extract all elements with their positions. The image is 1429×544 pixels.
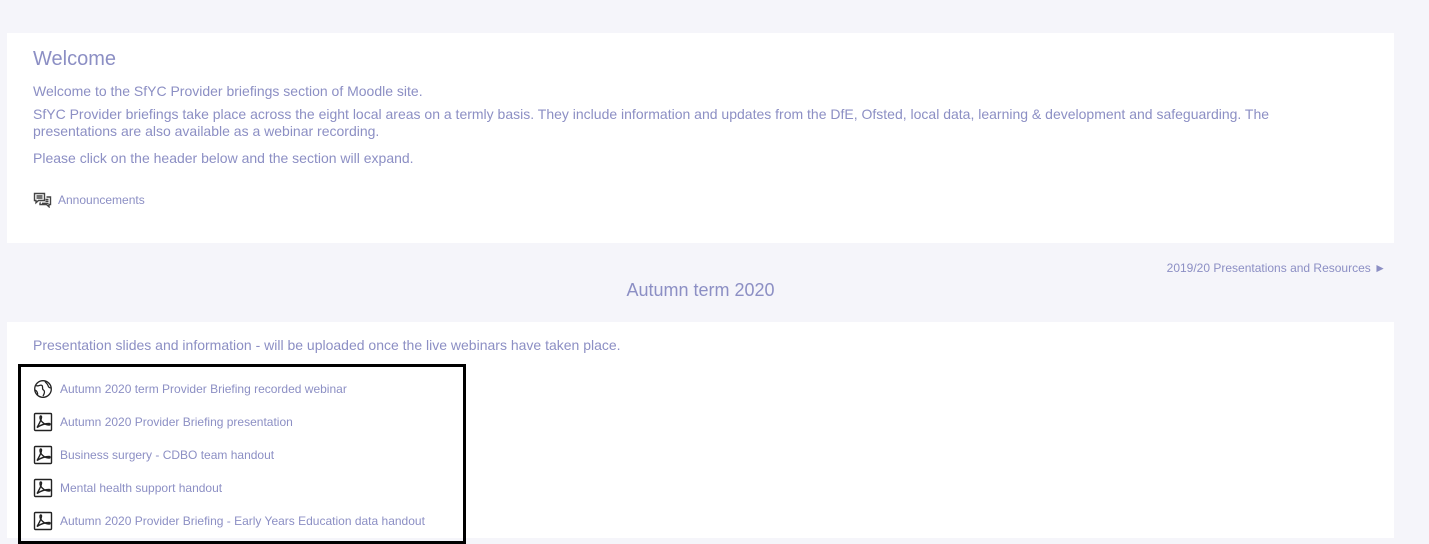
- resource-label: Business surgery - CDBO team handout: [60, 448, 275, 462]
- next-section-link[interactable]: 2019/20 Presentations and Resources ►: [1167, 261, 1386, 275]
- resource-item: Autumn 2020 term Provider Briefing recor…: [33, 378, 425, 400]
- resource-link-early-years-data[interactable]: Autumn 2020 Provider Briefing - Early Ye…: [33, 511, 425, 531]
- resource-label: Autumn 2020 Provider Briefing presentati…: [60, 415, 293, 429]
- autumn-term-section: Presentation slides and information - wi…: [7, 322, 1394, 544]
- welcome-paragraph-details: SfYC Provider briefings take place acros…: [33, 106, 1270, 139]
- section-summary: Presentation slides and information - wi…: [33, 337, 621, 353]
- announcements-label: Announcements: [58, 193, 145, 207]
- resource-item: Business surgery - CDBO team handout: [33, 444, 425, 466]
- welcome-section: Welcome Welcome to the SfYC Provider bri…: [7, 33, 1394, 243]
- resource-item: Autumn 2020 Provider Briefing presentati…: [33, 411, 425, 433]
- resource-link-mental-health[interactable]: Mental health support handout: [33, 478, 222, 498]
- resource-item: Autumn 2020 Provider Briefing - Early Ye…: [33, 510, 425, 532]
- pdf-icon: [33, 412, 53, 432]
- welcome-paragraph-intro: Welcome to the SfYC Provider briefings s…: [33, 83, 423, 99]
- resource-label: Autumn 2020 term Provider Briefing recor…: [60, 382, 347, 396]
- resource-link-presentation[interactable]: Autumn 2020 Provider Briefing presentati…: [33, 412, 293, 432]
- resource-label: Mental health support handout: [60, 481, 223, 495]
- resource-link-business-surgery[interactable]: Business surgery - CDBO team handout: [33, 445, 274, 465]
- pdf-icon: [33, 445, 53, 465]
- globe-icon: [34, 380, 52, 398]
- forum-icon: [33, 192, 52, 208]
- pdf-icon: [33, 511, 53, 531]
- resource-label: Autumn 2020 Provider Briefing - Early Ye…: [60, 514, 425, 528]
- welcome-title: Welcome: [33, 48, 116, 70]
- resource-item: Mental health support handout: [33, 477, 425, 499]
- resource-link-recorded-webinar[interactable]: Autumn 2020 term Provider Briefing recor…: [33, 379, 347, 399]
- resource-list: Autumn 2020 term Provider Briefing recor…: [33, 378, 425, 543]
- announcements-link[interactable]: Announcements: [33, 192, 145, 208]
- pdf-icon: [33, 478, 53, 498]
- section-title-autumn-2020[interactable]: Autumn term 2020: [0, 280, 1401, 301]
- welcome-paragraph-instructions: Please click on the header below and the…: [33, 150, 414, 166]
